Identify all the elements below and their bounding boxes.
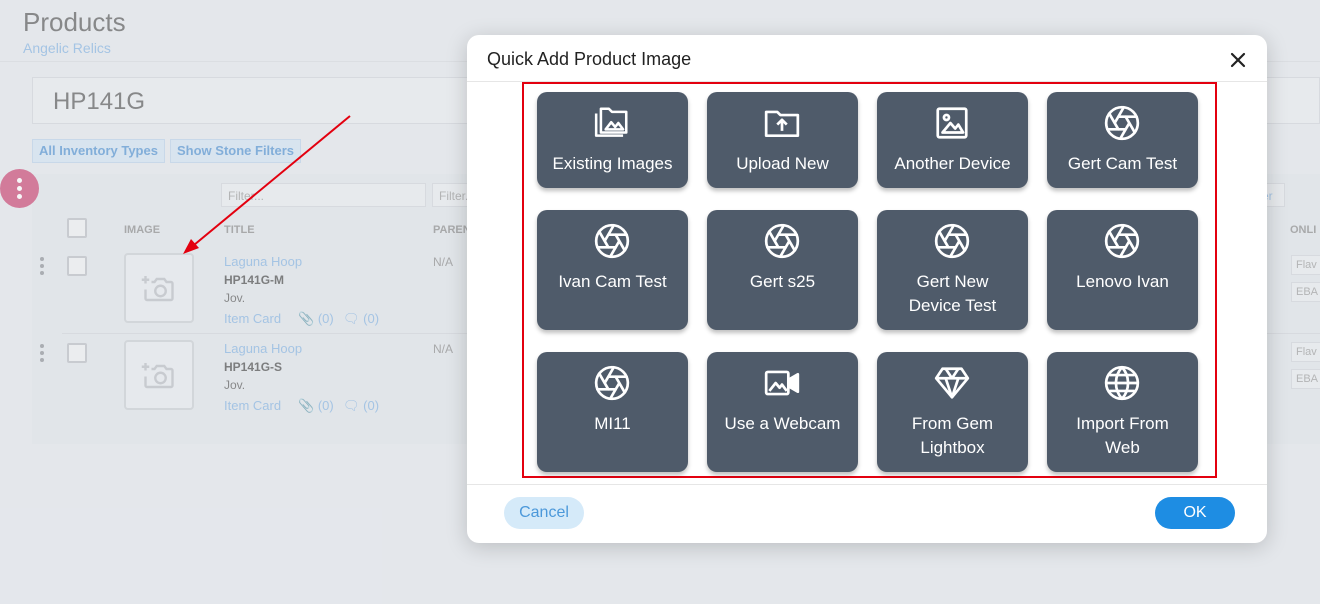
tile-gert-new-device-test[interactable]: Gert New Device Test	[877, 210, 1028, 330]
camera-aperture-icon	[594, 223, 630, 259]
tile-label: Gert Cam Test	[1067, 154, 1178, 173]
tile-label: Use a Webcam	[724, 414, 841, 433]
tile-ivan-cam-test[interactable]: Ivan Cam Test	[537, 210, 688, 330]
camera-aperture-icon	[934, 223, 970, 259]
tile-another-device[interactable]: Another Device	[877, 92, 1028, 188]
ok-button[interactable]: OK	[1155, 497, 1235, 529]
tile-upload-new[interactable]: Upload New	[707, 92, 858, 188]
quick-add-image-dialog: Quick Add Product Image Existing Images …	[467, 35, 1267, 543]
tile-label: Another Device	[894, 154, 1011, 173]
picture-icon	[936, 107, 968, 139]
upload-folder-icon	[764, 110, 800, 138]
tile-label: Gert s25	[749, 272, 816, 291]
close-icon[interactable]	[1227, 49, 1249, 71]
tile-use-a-webcam[interactable]: Use a Webcam	[707, 352, 858, 472]
camera-aperture-icon	[594, 365, 630, 401]
tile-gert-s25[interactable]: Gert s25	[707, 210, 858, 330]
tile-existing-images[interactable]: Existing Images	[537, 92, 688, 188]
tile-label: Import From Web	[1076, 414, 1169, 457]
tile-label: Upload New	[736, 154, 829, 173]
dialog-divider	[467, 484, 1267, 485]
tile-import-from-web[interactable]: Import From Web	[1047, 352, 1198, 472]
video-camera-icon	[764, 370, 800, 396]
tile-label: Gert New Device Test	[908, 272, 997, 315]
globe-icon	[1104, 365, 1140, 401]
tile-label: MI11	[594, 414, 631, 433]
tile-label: Lenovo Ivan	[1076, 272, 1169, 291]
camera-aperture-icon	[1104, 223, 1140, 259]
tile-lenovo-ivan[interactable]: Lenovo Ivan	[1047, 210, 1198, 330]
tile-label: Existing Images	[552, 154, 673, 173]
tile-from-gem-lightbox[interactable]: From Gem Lightbox	[877, 352, 1028, 472]
images-folder-icon	[594, 107, 628, 137]
gem-icon	[934, 367, 970, 399]
tile-gert-cam-test[interactable]: Gert Cam Test	[1047, 92, 1198, 188]
dialog-title: Quick Add Product Image	[487, 49, 692, 69]
camera-aperture-icon	[1104, 105, 1140, 141]
tile-label: Ivan Cam Test	[558, 272, 667, 291]
camera-aperture-icon	[764, 223, 800, 259]
cancel-button[interactable]: Cancel	[504, 497, 584, 529]
tile-mi11[interactable]: MI11	[537, 352, 688, 472]
tile-label: From Gem Lightbox	[911, 414, 994, 457]
